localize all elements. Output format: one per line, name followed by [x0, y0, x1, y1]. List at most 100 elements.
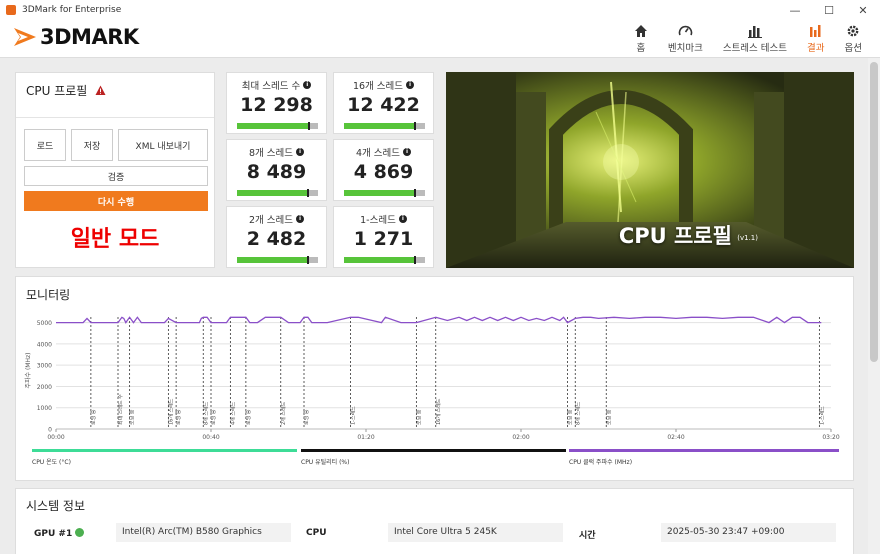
legend-label: CPU 온도 (°C): [32, 459, 71, 466]
monitoring-chart: 0 1000 2000 3000 4000 5000 주파수 (MHz) 00:00 00:40…: [24, 316, 840, 441]
phase-marker-label: 1-스레드: [818, 406, 825, 425]
score-bar-fill: [344, 257, 415, 263]
score-value: 8 489: [246, 161, 307, 183]
x-tick-label: 03:20: [822, 434, 839, 441]
score-bar-fill: [237, 123, 309, 129]
divider: [16, 117, 214, 118]
series-line: [56, 316, 822, 324]
score-bar: [237, 256, 318, 264]
score-card-max-threads: 최대 스레드 수i 12 298: [226, 72, 327, 134]
hero-title: CPU 프로필: [618, 224, 732, 248]
gauge-icon: [678, 22, 693, 40]
score-value: 12 298: [240, 94, 313, 116]
save-button[interactable]: 저장: [71, 129, 113, 161]
y-tick-label: 5000: [37, 320, 52, 327]
nav-stress-test[interactable]: 스트레스 테스트: [723, 22, 787, 54]
time-value: 2025-05-30 23:47 +09:00: [661, 523, 836, 542]
phase-marker-label: 로딩 중: [210, 409, 217, 425]
score-label: 1-스레드: [360, 215, 396, 226]
x-tick-label: 00:00: [47, 434, 64, 441]
load-button[interactable]: 로드: [24, 129, 66, 161]
brand-logo: 3DMARK: [12, 24, 139, 50]
score-bar-fill: [344, 123, 414, 129]
score-bar: [237, 189, 318, 197]
score-bar: [237, 122, 318, 130]
nav-results-label: 결과: [807, 43, 825, 54]
score-label: 4개 스레드: [355, 148, 401, 159]
info-icon[interactable]: i: [303, 81, 312, 89]
main-nav: 홈 벤치마크 스트레스 테스트 결과 옵션: [614, 22, 862, 54]
phase-marker-label: 8개 스레드: [574, 401, 581, 425]
monitoring-panel: 모니터링 0 1000 2000 3000 4000 5000 주파수 (MHz) 00:00…: [15, 276, 854, 481]
score-label: 2개 스레드: [248, 215, 294, 226]
nav-stress-test-label: 스트레스 테스트: [722, 43, 788, 54]
app-header: 3DMARK 홈 벤치마크 스트레스 테스트 결과 옵션: [0, 20, 880, 58]
y-tick-label: 4000: [37, 341, 52, 348]
info-icon[interactable]: i: [296, 148, 305, 156]
nav-benchmarks[interactable]: 벤치마크: [668, 22, 703, 54]
phase-marker-label: 16개 스레드: [435, 398, 442, 425]
legend-cpu-temp[interactable]: CPU 온도 (°C): [32, 449, 297, 473]
nav-results[interactable]: 결과: [807, 22, 825, 54]
score-card-8-threads: 8개 스레드 i 8 489: [226, 139, 327, 201]
score-card-16-threads: 16개 스레드 i 12 422: [333, 72, 434, 134]
window-title: 3DMark for Enterprise: [22, 5, 122, 15]
phase-marker-label: 4개 스레드: [229, 401, 236, 425]
info-icon[interactable]: i: [398, 215, 407, 223]
vertical-scrollbar[interactable]: [868, 58, 880, 554]
maximize-button[interactable]: ☐: [812, 0, 846, 20]
home-icon: [634, 22, 648, 40]
profile-title: CPU 프로필: [26, 82, 106, 99]
close-button[interactable]: ✕: [846, 0, 880, 20]
score-bar-fill: [344, 190, 415, 196]
phase-marker-label: 로딩 중: [303, 409, 310, 425]
legend-cpu-clock[interactable]: CPU 클럭 주파수 (MHz): [569, 449, 839, 473]
system-info-title: 시스템 정보: [26, 499, 86, 513]
score-label: 8개 스레드: [248, 148, 294, 159]
phase-marker-label: 로딩 중: [605, 409, 612, 425]
scrollbar-thumb[interactable]: [870, 62, 878, 362]
window-title-bar: 3DMark for Enterprise — ☐ ✕: [0, 0, 880, 20]
score-card-1-thread: 1-스레드 i 1 271: [333, 206, 434, 268]
cpu-value: Intel Core Ultra 5 245K: [388, 523, 563, 542]
y-tick-label: 2000: [37, 384, 52, 391]
cpu-key: CPU: [306, 528, 327, 538]
system-info-panel: 시스템 정보 GPU #1 Intel(R) Arc(TM) B580 Grap…: [15, 488, 854, 554]
phase-marker-label: 로딩 중: [415, 409, 422, 425]
results-icon: [809, 22, 823, 40]
brand-name: 3DMARK: [40, 25, 139, 49]
phase-marker-label: 로딩 중: [245, 409, 252, 425]
validate-button[interactable]: 검증: [24, 166, 208, 186]
phase-marker-label: 로딩 중: [129, 409, 136, 425]
info-icon[interactable]: i: [406, 81, 415, 89]
minimize-button[interactable]: —: [778, 0, 812, 20]
bar-chart-icon: [747, 22, 762, 40]
nav-benchmarks-label: 벤치마크: [667, 43, 703, 54]
score-bar-fill: [237, 190, 308, 196]
score-label: 최대 스레드 수: [241, 81, 301, 92]
score-bar-marker: [307, 256, 310, 264]
rerun-button[interactable]: 다시 수행: [24, 191, 208, 211]
nav-options[interactable]: 옵션: [845, 22, 862, 54]
phase-marker-label: 2개 스레드: [280, 401, 287, 425]
score-card-4-threads: 4개 스레드 i 4 869: [333, 139, 434, 201]
gpu-key: GPU #1: [34, 528, 85, 539]
info-icon[interactable]: i: [296, 215, 305, 223]
legend-cpu-utility[interactable]: CPU 유틸리티 (%): [301, 449, 566, 473]
info-icon[interactable]: i: [403, 148, 412, 156]
x-tick-label: 01:20: [357, 434, 374, 441]
nav-home[interactable]: 홈: [634, 22, 648, 54]
app-icon: [6, 5, 16, 15]
x-tick-label: 02:00: [512, 434, 529, 441]
legend-swatch: [32, 449, 297, 452]
score-value: 2 482: [246, 228, 307, 250]
profile-title-text: CPU 프로필: [26, 84, 88, 98]
phase-marker-label: 1-스레드: [350, 406, 357, 425]
score-value: 12 422: [347, 94, 420, 116]
check-icon: [75, 528, 85, 537]
warning-icon[interactable]: [95, 85, 106, 96]
export-xml-button[interactable]: XML 내보내기: [118, 129, 208, 161]
profile-panel: CPU 프로필 로드 저장 XML 내보내기 검증 다시 수행 일반 모드: [15, 72, 215, 268]
y-tick-label: 0: [48, 427, 52, 434]
score-bar: [344, 122, 425, 130]
